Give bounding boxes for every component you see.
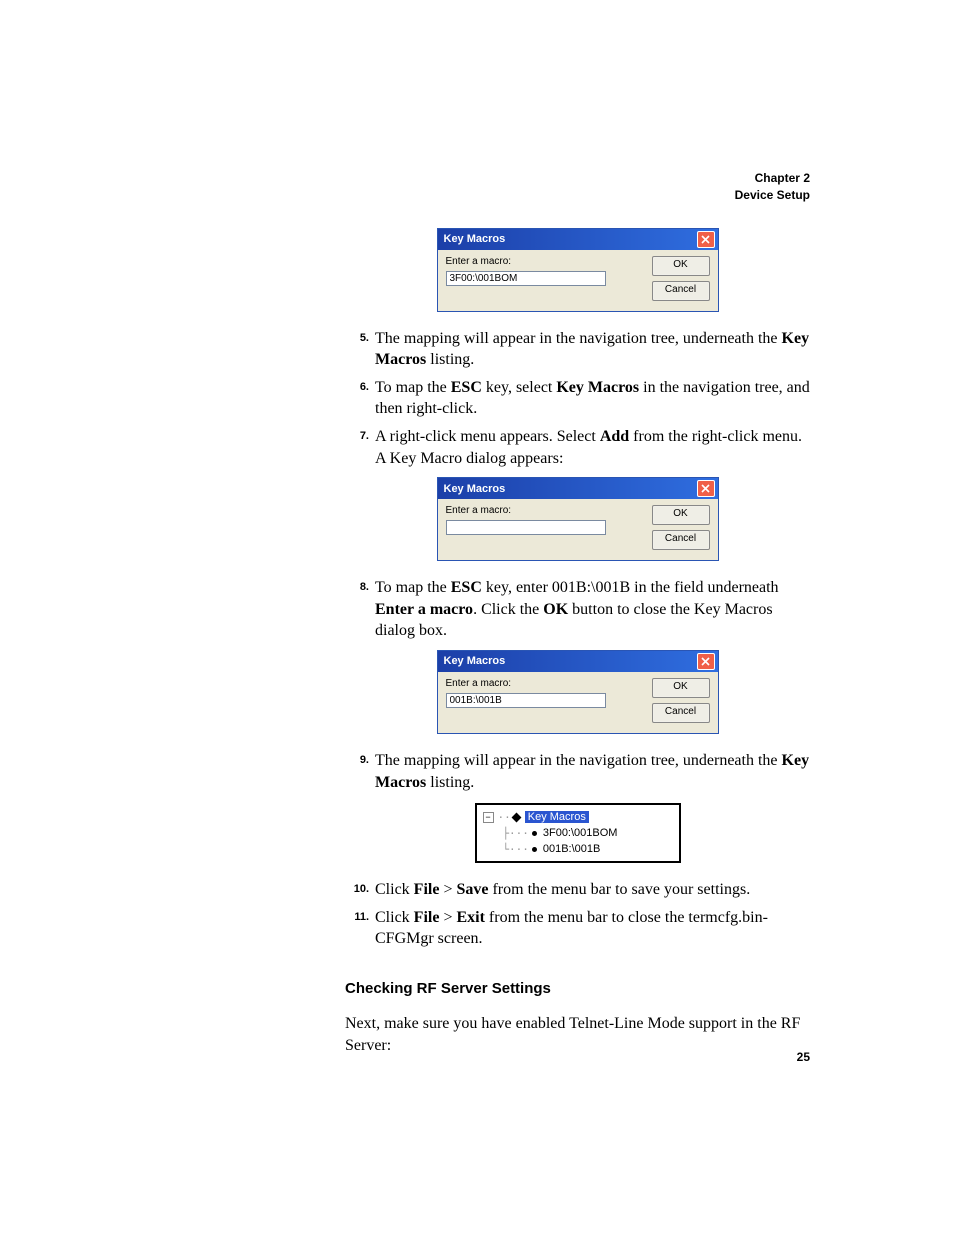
- step-text: To map the ESC key, enter 001B:\001B in …: [375, 577, 810, 642]
- dialog-title: Key Macros: [444, 655, 506, 667]
- dialog-buttons: OK Cancel: [650, 678, 710, 723]
- list-item: 7. A right-click menu appears. Select Ad…: [345, 426, 810, 469]
- tree-collapse-icon[interactable]: −: [483, 812, 494, 823]
- dialog-titlebar: Key Macros: [438, 478, 718, 499]
- list-item: 9. The mapping will appear in the naviga…: [345, 750, 810, 793]
- step-text: A right-click menu appears. Select Add f…: [375, 426, 810, 469]
- enter-macro-label: Enter a macro:: [446, 256, 650, 267]
- dialog-title: Key Macros: [444, 483, 506, 495]
- dialog-titlebar: Key Macros: [438, 229, 718, 250]
- dialog-body: Enter a macro: OK Cancel: [438, 499, 718, 560]
- enter-macro-label: Enter a macro:: [446, 678, 650, 689]
- step-number: 11.: [345, 907, 375, 950]
- cancel-button[interactable]: Cancel: [652, 281, 710, 301]
- step-number: 8.: [345, 577, 375, 642]
- step-text: Click File > Save from the menu bar to s…: [375, 879, 810, 901]
- macro-input[interactable]: [446, 520, 606, 535]
- close-icon[interactable]: [697, 480, 715, 497]
- macro-input[interactable]: [446, 693, 606, 708]
- step-number: 7.: [345, 426, 375, 469]
- enter-macro-label: Enter a macro:: [446, 505, 650, 516]
- dialog-left: Enter a macro:: [446, 505, 650, 550]
- tree-leaf[interactable]: ├··· 3F00:\001BOM: [483, 825, 673, 841]
- nav-tree: − ·· Key Macros ├··· 3F00:\001BOM └··· 0…: [475, 803, 681, 863]
- chapter-line-1: Chapter 2: [345, 170, 810, 187]
- dialog-body: Enter a macro: OK Cancel: [438, 672, 718, 733]
- step-number: 9.: [345, 750, 375, 793]
- close-icon[interactable]: [697, 653, 715, 670]
- macro-input[interactable]: [446, 271, 606, 286]
- tree-node-key-macros[interactable]: − ·· Key Macros: [483, 809, 673, 825]
- key-macros-dialog: Key Macros Enter a macro: OK Cancel: [437, 650, 719, 734]
- figure-dialog-3: Key Macros Enter a macro: OK Cancel: [345, 650, 810, 734]
- list-item: 8. To map the ESC key, enter 001B:\001B …: [345, 577, 810, 642]
- chapter-line-2: Device Setup: [345, 187, 810, 204]
- step-list-c: 9. The mapping will appear in the naviga…: [345, 750, 810, 793]
- ok-button[interactable]: OK: [652, 256, 710, 276]
- list-item: 11. Click File > Exit from the menu bar …: [345, 907, 810, 950]
- tree-leaf-label: 3F00:\001BOM: [543, 827, 618, 839]
- bullet-icon: [532, 847, 537, 852]
- list-item: 10. Click File > Save from the menu bar …: [345, 879, 810, 901]
- ok-button[interactable]: OK: [652, 505, 710, 525]
- figure-dialog-1: Key Macros Enter a macro: OK Cancel: [345, 228, 810, 312]
- step-text: The mapping will appear in the navigatio…: [375, 328, 810, 371]
- close-icon[interactable]: [697, 231, 715, 248]
- step-number: 5.: [345, 328, 375, 371]
- step-number: 6.: [345, 377, 375, 420]
- step-text: To map the ESC key, select Key Macros in…: [375, 377, 810, 420]
- list-item: 5. The mapping will appear in the naviga…: [345, 328, 810, 371]
- chapter-header: Chapter 2 Device Setup: [345, 170, 810, 204]
- dialog-title: Key Macros: [444, 233, 506, 245]
- step-text: Click File > Exit from the menu bar to c…: [375, 907, 810, 950]
- figure-dialog-2: Key Macros Enter a macro: OK Cancel: [345, 477, 810, 561]
- key-macros-dialog: Key Macros Enter a macro: OK Cancel: [437, 477, 719, 561]
- dialog-buttons: OK Cancel: [650, 505, 710, 550]
- step-text: The mapping will appear in the navigatio…: [375, 750, 810, 793]
- tree-leaf-label: 001B:\001B: [543, 843, 601, 855]
- dialog-buttons: OK Cancel: [650, 256, 710, 301]
- dialog-left: Enter a macro:: [446, 256, 650, 301]
- list-item: 6. To map the ESC key, select Key Macros…: [345, 377, 810, 420]
- step-list-b: 8. To map the ESC key, enter 001B:\001B …: [345, 577, 810, 642]
- key-macros-dialog: Key Macros Enter a macro: OK Cancel: [437, 228, 719, 312]
- tree-leaf[interactable]: └··· 001B:\001B: [483, 841, 673, 857]
- dialog-titlebar: Key Macros: [438, 651, 718, 672]
- dialog-body: Enter a macro: OK Cancel: [438, 250, 718, 311]
- body-paragraph: Next, make sure you have enabled Telnet-…: [345, 1013, 810, 1056]
- tree-node-label: Key Macros: [525, 811, 589, 823]
- figure-nav-tree: − ·· Key Macros ├··· 3F00:\001BOM └··· 0…: [345, 803, 810, 863]
- step-list-d: 10. Click File > Save from the menu bar …: [345, 879, 810, 950]
- section-heading: Checking RF Server Settings: [345, 980, 810, 997]
- cancel-button[interactable]: Cancel: [652, 530, 710, 550]
- ok-button[interactable]: OK: [652, 678, 710, 698]
- page-content: Chapter 2 Device Setup Key Macros Enter …: [345, 170, 810, 1056]
- step-list-a: 5. The mapping will appear in the naviga…: [345, 328, 810, 470]
- cancel-button[interactable]: Cancel: [652, 703, 710, 723]
- page-number: 25: [797, 1050, 810, 1064]
- step-number: 10.: [345, 879, 375, 901]
- bullet-icon: [532, 831, 537, 836]
- diamond-icon: [511, 812, 521, 822]
- dialog-left: Enter a macro:: [446, 678, 650, 723]
